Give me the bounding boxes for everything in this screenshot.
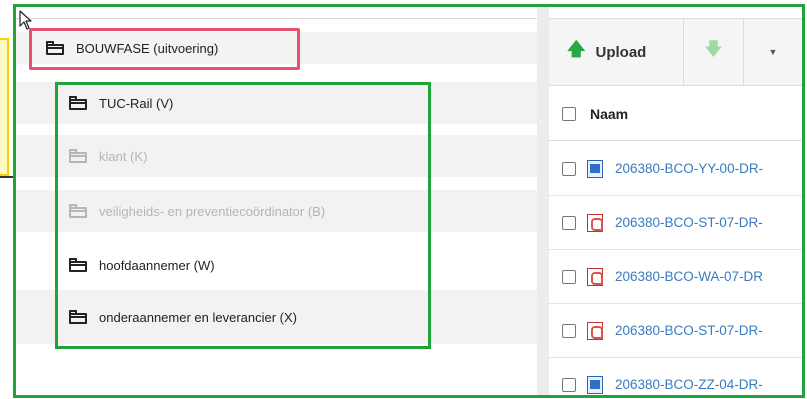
document-file-icon: [587, 159, 603, 178]
tree-top-border: [16, 18, 537, 19]
file-list-panel: 🡅 Upload 🡇 ▼ Naam 206380-BCO-YY-00-DR- 2…: [549, 7, 802, 395]
root-highlight-box: [29, 28, 300, 70]
file-name-link[interactable]: 206380-BCO-ZZ-04-DR-: [615, 377, 763, 392]
arrow-up-icon: 🡅: [567, 39, 586, 59]
yellow-callout-box: [0, 38, 9, 176]
download-button[interactable]: 🡇: [684, 18, 744, 86]
file-row[interactable]: 206380-BCO-ST-07-DR-: [549, 304, 802, 358]
upload-button[interactable]: 🡅 Upload: [549, 18, 684, 86]
file-list-header: Naam: [549, 87, 802, 141]
file-name-link[interactable]: 206380-BCO-YY-00-DR-: [615, 161, 763, 176]
document-file-icon: [587, 375, 603, 394]
select-all-checkbox[interactable]: [562, 106, 576, 121]
panel-splitter[interactable]: [537, 7, 549, 395]
file-row[interactable]: 206380-BCO-ZZ-04-DR-: [549, 358, 802, 395]
file-row[interactable]: 206380-BCO-ST-07-DR-: [549, 196, 802, 250]
file-panel-top-bar: [549, 7, 802, 19]
row-checkbox[interactable]: [562, 269, 576, 284]
pdf-file-icon: [587, 213, 603, 232]
children-highlight-box: [55, 82, 431, 349]
arrow-down-icon: 🡇: [704, 39, 723, 59]
file-name-link[interactable]: 206380-BCO-ST-07-DR-: [615, 215, 763, 230]
row-checkbox[interactable]: [562, 323, 576, 338]
caret-down-icon: ▼: [768, 47, 778, 57]
file-name-link[interactable]: 206380-BCO-WA-07-DR: [615, 269, 763, 284]
row-checkbox[interactable]: [562, 377, 576, 392]
pdf-file-icon: [587, 267, 603, 286]
file-toolbar: 🡅 Upload 🡇 ▼: [549, 18, 802, 86]
mouse-cursor-icon: [19, 10, 32, 30]
pdf-file-icon: [587, 321, 603, 340]
file-name-link[interactable]: 206380-BCO-ST-07-DR-: [615, 323, 763, 338]
more-actions-dropdown[interactable]: ▼: [744, 19, 802, 86]
row-checkbox[interactable]: [562, 161, 576, 176]
file-row[interactable]: 206380-BCO-YY-00-DR-: [549, 142, 802, 196]
column-header-name[interactable]: Naam: [590, 106, 628, 122]
row-checkbox[interactable]: [562, 215, 576, 230]
file-row[interactable]: 206380-BCO-WA-07-DR: [549, 250, 802, 304]
upload-label: Upload: [595, 43, 647, 61]
